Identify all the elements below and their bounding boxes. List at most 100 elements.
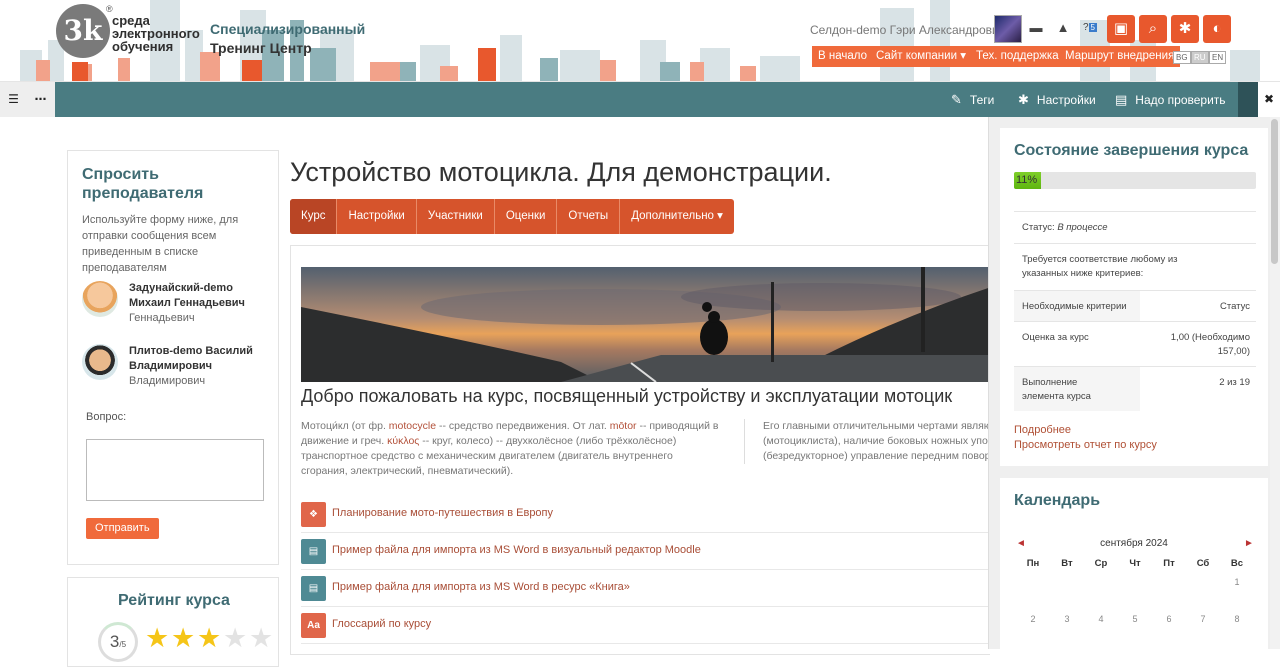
completion-progress-fill: 11% [1014, 172, 1041, 189]
completion-progress-bar: 11% [1014, 172, 1256, 189]
user-avatar[interactable] [994, 15, 1022, 43]
toolbar-review[interactable]: ▤ Надо проверить [1115, 82, 1226, 117]
weekday-header: Сб [1196, 558, 1210, 569]
nav-roadmap-button[interactable]: Маршрут внедрения [1059, 46, 1181, 67]
more-icon[interactable]: ⋯ [27, 82, 54, 117]
gear-icon: ✱ [1018, 92, 1029, 107]
contacts-icon[interactable]: ▣ [1107, 15, 1135, 43]
nav-support-button[interactable]: Тех. поддержка [970, 46, 1065, 67]
star-icon[interactable]: ★ [171, 625, 195, 652]
toggle-icon[interactable]: ◐ [1203, 15, 1231, 43]
completion-row: Оценка за курс 1,00 (Необходимо 157,00) [1014, 321, 1256, 366]
activity-link[interactable]: Планирование мото-путешествия в Европу [332, 507, 553, 519]
course-rating-block: Рейтинг курса 3/5 ★ ★ ★ ★ ★ [67, 577, 279, 667]
tab-reports[interactable]: Отчеты [557, 199, 621, 234]
completion-details-link[interactable]: Подробнее [1014, 424, 1071, 436]
calendar-day[interactable]: 7 [1191, 614, 1215, 624]
search-icon[interactable]: ⌕ [1139, 15, 1167, 43]
calendar-day[interactable]: 3 [1055, 614, 1079, 624]
question-label: Вопрос: [86, 411, 127, 423]
close-drawer-button[interactable]: ✖ [1258, 82, 1280, 117]
help-icon[interactable]: ? 5 [1082, 20, 1098, 36]
notification-count-badge: 5 [1088, 23, 1097, 32]
calendar-day[interactable]: 2 [1021, 614, 1045, 624]
messages-icon[interactable]: ▬ [1028, 20, 1044, 36]
weekday-header: Вс [1230, 558, 1244, 569]
rating-title: Рейтинг курса [118, 592, 230, 609]
course-content: Добро пожаловать на курс, посвященный ус… [290, 245, 990, 655]
lang-en[interactable]: EN [1209, 51, 1227, 64]
completion-row: Выполнение элемента курса 2 из 19 [1014, 366, 1256, 411]
toolbar-left: ☰ ⋯ [0, 82, 55, 117]
completion-requirement: Требуется соответствие любому из указанн… [1014, 243, 1256, 290]
star-empty-icon[interactable]: ★ [249, 625, 273, 652]
nav-home-button[interactable]: В начало [812, 46, 873, 67]
tab-more[interactable]: Дополнительно ▾ [620, 199, 734, 234]
activity-item[interactable]: ❖ Планирование мото-путешествия в Европу [301, 496, 990, 533]
course-completion-block: Состояние завершения курса 11% Статус: В… [1000, 128, 1268, 466]
site-logo[interactable]: 3k ® среда электронного обучения [56, 4, 206, 64]
weekday-header: Чт [1129, 558, 1141, 569]
column-divider [744, 419, 745, 464]
tab-course[interactable]: Курс [290, 199, 338, 234]
question-textarea[interactable] [86, 439, 264, 501]
completion-table-header: Необходимые критерии Статус [1014, 290, 1256, 321]
activity-item[interactable]: Aa Глоссарий по курсу [301, 607, 990, 644]
nav-company-site-button[interactable]: Сайт компании ▾ [870, 46, 972, 67]
calendar-day[interactable]: 6 [1157, 614, 1181, 624]
ask-teacher-block: Спросить преподавателя Используйте форму… [67, 150, 279, 565]
completion-report-link[interactable]: Просмотреть отчет по курсу [1014, 439, 1157, 451]
calendar-day[interactable]: 4 [1089, 614, 1113, 624]
teacher-name: Задунайский-demo Михаил Геннадьевич Генна… [129, 282, 245, 324]
bell-icon[interactable]: ▲ [1055, 20, 1071, 36]
star-icon[interactable]: ★ [145, 625, 169, 652]
calendar-day[interactable]: 1 [1225, 577, 1249, 587]
toolbar-settings[interactable]: ✱ Настройки [1018, 82, 1096, 117]
star-icon[interactable]: ★ [197, 625, 221, 652]
ask-teacher-title: Спросить преподавателя [82, 166, 204, 202]
send-button[interactable]: Отправить [86, 518, 159, 539]
lang-ru[interactable]: RU [1191, 51, 1209, 64]
course-intro-text: Мотоци́кл (от фр. motocycle -- средство … [301, 420, 719, 477]
welcome-heading: Добро пожаловать на курс, посвященный ус… [301, 386, 953, 406]
drawer-scrollbar-thumb[interactable] [1271, 119, 1278, 264]
logo-text: среда электронного обучения [112, 13, 200, 54]
ask-teacher-description: Используйте форму ниже, для отправки соо… [82, 214, 239, 274]
star-empty-icon[interactable]: ★ [223, 625, 247, 652]
tab-grades[interactable]: Оценки [495, 199, 558, 234]
activity-item[interactable]: ▤ Пример файла для импорта из MS Word в … [301, 533, 990, 570]
word-import-icon: ▤ [301, 539, 326, 564]
user-name[interactable]: Селдон-demo Гэри Александрович [810, 23, 1005, 37]
course-toolbar: ☰ ⋯ ✎ Теги ✱ Настройки ▤ Надо проверить ✖ [0, 82, 1280, 117]
calendar-day[interactable]: 5 [1123, 614, 1147, 624]
teacher-item[interactable]: Плитов-demo Василий Владимирович Владимир… [82, 344, 272, 388]
activity-link[interactable]: Глоссарий по курсу [332, 618, 431, 630]
glossary-icon: Aa [301, 613, 326, 638]
tab-settings[interactable]: Настройки [337, 199, 417, 234]
activity-link[interactable]: Пример файла для импорта из MS Word в ви… [332, 544, 701, 556]
toolbar-tags[interactable]: ✎ Теги [951, 82, 994, 117]
tab-participants[interactable]: Участники [417, 199, 495, 234]
completion-title: Состояние завершения курса [1014, 142, 1249, 159]
calendar-day[interactable]: 8 [1225, 614, 1249, 624]
page-title: Устройство мотоцикла. Для демонстрации. [290, 157, 832, 187]
weekday-header: Пт [1163, 558, 1175, 569]
list-icon[interactable]: ☰ [0, 82, 27, 117]
gear-icon[interactable]: ✱ [1171, 15, 1199, 43]
teacher-name: Плитов-demo Василий Владимирович Владимир… [129, 345, 253, 387]
site-header: 3k ® среда электронного обучения Специализ… [0, 0, 1280, 82]
calendar-title: Календарь [1014, 492, 1101, 509]
book-icon: ▤ [301, 576, 326, 601]
course-intro-text-2: Его главными отличительными чертами явля… [763, 420, 990, 462]
weekday-header: Ср [1094, 558, 1108, 569]
lang-bg[interactable]: BG [1173, 51, 1191, 64]
course-tabs: Курс Настройки Участники Оценки Отчеты Д… [290, 199, 734, 234]
activity-item[interactable]: ▤ Пример файла для импорта из MS Word в … [301, 570, 990, 607]
completion-status-row: Статус: В процессе [1014, 211, 1256, 243]
activity-link[interactable]: Пример файла для импорта из MS Word в ре… [332, 581, 630, 593]
scorm-icon: ❖ [301, 502, 326, 527]
teacher-item[interactable]: Задунайский-demo Михаил Геннадьевич Генна… [82, 281, 272, 325]
calendar-next-button[interactable]: ► [1244, 538, 1254, 549]
review-icon: ▤ [1115, 92, 1128, 107]
organization-name: Специализированный Тренинг Центр [210, 21, 366, 56]
